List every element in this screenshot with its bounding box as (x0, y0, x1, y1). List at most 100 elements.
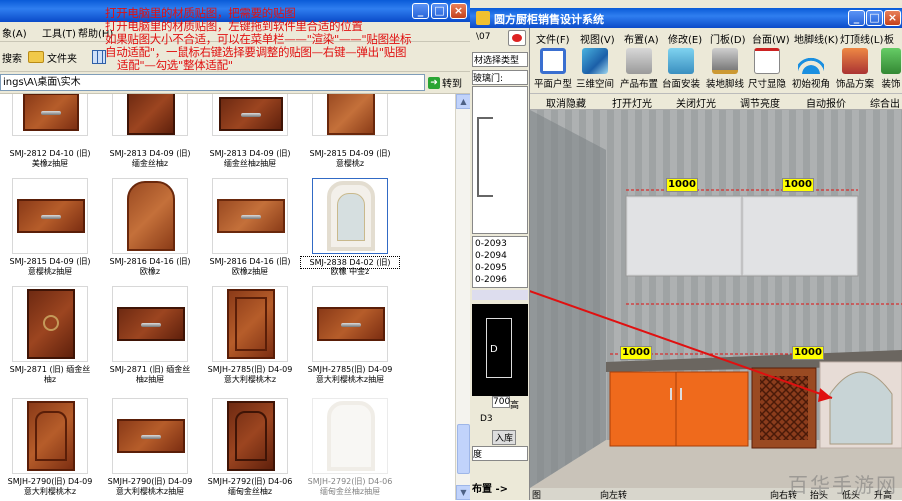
file-subname: 意樱桃z抽屉 (27, 267, 73, 276)
stock-button[interactable]: 入库 (492, 430, 516, 445)
file-subname: 欧橡z (139, 267, 161, 276)
lights-off-button[interactable]: 关闭灯光 (676, 95, 716, 110)
menu-item[interactable]: 工具(T) (42, 25, 76, 40)
status-item[interactable]: 图 (532, 488, 541, 501)
scroll-down-arrow-icon[interactable]: ▼ (456, 485, 471, 500)
decoration-tool[interactable]: 装饰 (876, 48, 902, 94)
explorer-window: _ □ × 象(A) 工具(T) 帮助(H) 搜索 文件夹 ings\A\桌面\… (0, 0, 471, 500)
instruction-overlay: 打开电脑里的材质贴图，把需要的贴图 打开电脑里的材质贴图，左键拖到软件里合适的位… (105, 6, 412, 72)
go-button[interactable]: ➜ 转到 (428, 74, 468, 91)
category-select[interactable]: 材选择类型 (472, 52, 528, 67)
door-thumbnail (219, 97, 283, 131)
code-item[interactable]: 0-2095 (475, 263, 507, 273)
door-thumbnail (217, 199, 285, 233)
layout-button[interactable]: 布置 -> (472, 480, 508, 495)
maximize-button[interactable]: □ (866, 10, 883, 26)
dimension-label: 1000 (792, 346, 824, 360)
views-icon (92, 50, 106, 64)
code-list[interactable]: 0-2093 0-2094 0-2095 0-2096 (472, 236, 528, 288)
minimize-button[interactable]: _ (848, 10, 865, 26)
preview-area (472, 86, 528, 234)
door-thumbnail (27, 289, 75, 359)
app-titlebar[interactable]: 圆方厨柜销售设计系统 _ □ × (470, 8, 902, 28)
door-thumbnail (327, 94, 375, 135)
plinth-icon (712, 48, 738, 74)
summary-button[interactable]: 综合出 (870, 95, 900, 110)
file-subname: 美橡z抽屉 (31, 159, 69, 168)
menu-plinth[interactable]: 地脚线(K) (794, 31, 838, 46)
file-subname: 缅金丝柚z (131, 159, 169, 168)
cabinet-preview: D (472, 304, 528, 396)
initial-view-tool[interactable]: 初始视角 (788, 48, 834, 94)
color-picker-icon[interactable] (508, 30, 526, 46)
floorplan-icon (540, 48, 566, 74)
brightness-button[interactable]: 调节亮度 (740, 95, 780, 110)
horizontal-scrollbar[interactable] (472, 290, 528, 300)
left-panel: \07 材选择类型 玻璃门: 0-2093 0-2094 0-2095 0-20… (470, 28, 530, 500)
vertical-scrollbar[interactable]: ▲ ▼ (455, 94, 471, 500)
accessory-scheme-tool[interactable]: 饰品方案 (832, 48, 878, 94)
menu-layout[interactable]: 布置(A) (624, 31, 659, 46)
close-button[interactable]: × (884, 10, 901, 26)
search-button[interactable]: 搜索 (2, 48, 22, 66)
door-thumbnail (117, 419, 185, 453)
door-thumbnail (17, 199, 85, 233)
rotate-left-button[interactable]: 向左转 (600, 488, 627, 501)
folders-button[interactable]: 文件夹 (28, 48, 77, 66)
auto-quote-button[interactable]: 自动报价 (806, 95, 846, 110)
dimension-label: 1000 (666, 178, 698, 192)
menu-item[interactable]: 象(A) (2, 25, 27, 40)
file-subname: 柚z (43, 375, 57, 384)
menu-modify[interactable]: 修改(E) (668, 31, 702, 46)
counter-install-tool[interactable]: 台面安装 (658, 48, 704, 94)
view-button[interactable] (92, 48, 106, 66)
base-cabinet[interactable] (609, 371, 749, 447)
app-toolbar: 平面户型 三维空间 产品布置 台面安装 装地脚线 尺寸显隐 初始视角 饰品方案 (530, 46, 902, 94)
folder-icon (28, 51, 44, 63)
3d-viewport[interactable]: 1000 1000 1000 1000 (530, 110, 902, 488)
file-subname: 意大利樱桃木z抽屉 (115, 487, 185, 496)
scroll-up-arrow-icon[interactable]: ▲ (456, 94, 471, 109)
door-thumbnail (27, 401, 75, 471)
menu-view[interactable]: 视图(V) (580, 31, 615, 46)
product-layout-tool[interactable]: 产品布置 (616, 48, 662, 94)
panel-tab[interactable]: \07 (476, 32, 490, 42)
file-subname: 欧橡z抽屉 (231, 267, 269, 276)
unhide-button[interactable]: 取消隐藏 (546, 95, 586, 110)
cabinet-icon (626, 48, 652, 74)
door-type-label: 玻璃门: (472, 70, 528, 85)
plinth-tool[interactable]: 装地脚线 (702, 48, 748, 94)
menu-counter[interactable]: 台面(W) (752, 31, 790, 46)
dimension-label: 1000 (620, 346, 652, 360)
glass-door-thumbnail (327, 181, 375, 251)
code-item[interactable]: 0-2096 (475, 275, 507, 285)
height-input[interactable]: 700 (492, 396, 510, 408)
decor-icon (842, 48, 868, 74)
kitchen-scene (530, 110, 902, 488)
code-item[interactable]: 0-2094 (475, 251, 507, 261)
menu-file[interactable]: 文件(F) (536, 31, 570, 46)
door-thumbnail (227, 289, 275, 359)
3d-space-tool[interactable]: 三维空间 (572, 48, 618, 94)
floorplan-tool[interactable]: 平面户型 (530, 48, 576, 94)
address-input[interactable]: ings\A\桌面\实木 (0, 74, 425, 91)
app-title: 圆方厨柜销售设计系统 (494, 13, 604, 26)
height-label: 高 (510, 401, 520, 411)
file-list: SMJ-2812 D4-10 (旧) 美橡z抽屉 SMJ-2813 D4-09 … (0, 94, 455, 500)
file-subname: 柚z抽屉 (135, 375, 165, 384)
door-thumbnail (23, 94, 79, 131)
menu-top-line[interactable]: 灯顶线(L) (840, 31, 883, 46)
file-subname: 缅金丝柚z抽屉 (223, 159, 277, 168)
degree-select[interactable]: 度 (472, 446, 528, 461)
scroll-thumb[interactable] (457, 424, 470, 474)
code-item[interactable]: 0-2093 (475, 239, 507, 249)
door-thumbnail (227, 401, 275, 471)
file-subname: 欧橡 中金z (330, 267, 370, 276)
lights-on-button[interactable]: 打开灯光 (612, 95, 652, 110)
address-bar: ings\A\桌面\实木 ➜ 转到 (0, 72, 470, 94)
menu-door[interactable]: 门板(D) (710, 31, 746, 46)
dimension-toggle-tool[interactable]: 尺寸显隐 (744, 48, 790, 94)
door-thumbnail (127, 181, 175, 251)
decoration-icon (881, 48, 901, 74)
d3-label: D3 (480, 414, 493, 424)
